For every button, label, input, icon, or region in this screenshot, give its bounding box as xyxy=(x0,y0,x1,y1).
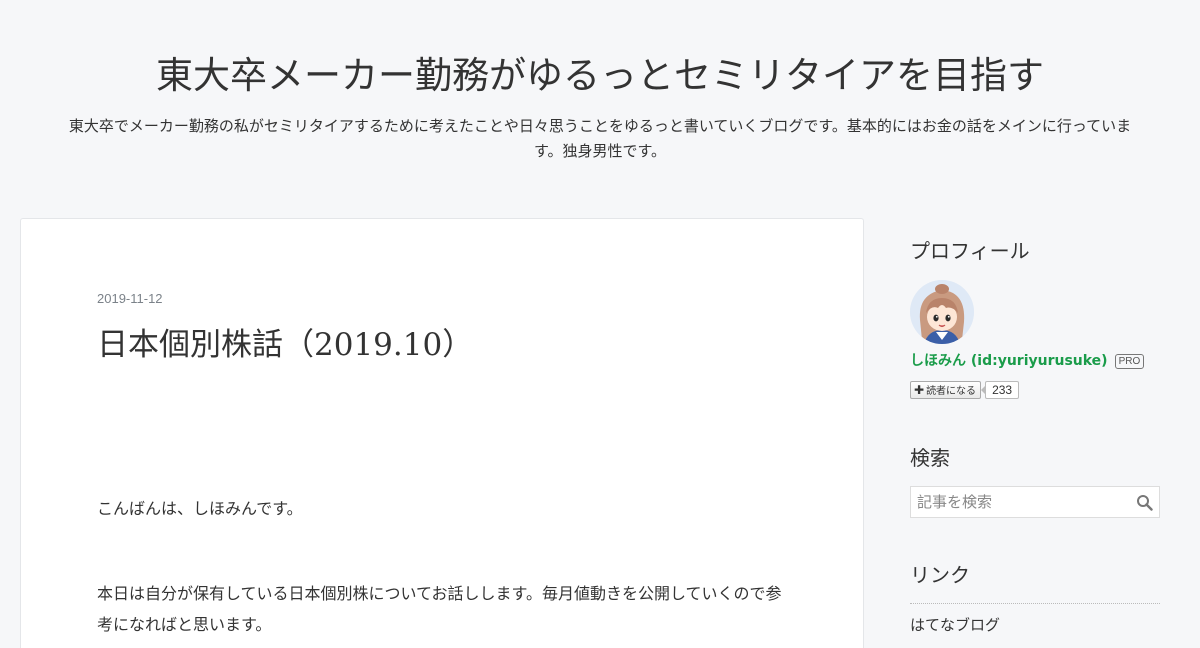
profile-name-link[interactable]: しほみん (id:yuriyurusuke) xyxy=(910,353,1108,369)
search-input[interactable] xyxy=(911,487,1131,517)
subscribe-row: ✚ 読者になる 233 xyxy=(910,381,1020,399)
pro-badge[interactable]: PRO xyxy=(1114,354,1145,369)
entry-paragraph: 本日は自分が保有している日本個別株についてお話しします。毎月値動きを公開していく… xyxy=(97,584,782,634)
search-title: 検索 xyxy=(910,446,950,470)
blog-title[interactable]: 東大卒メーカー勤務がゆるっとセミリタイアを目指す xyxy=(0,52,1200,100)
entry-paragraph: こんばんは、しほみんです。 xyxy=(97,499,303,518)
links-title: リンク xyxy=(910,563,970,587)
subscribe-button[interactable]: ✚ 読者になる xyxy=(910,381,982,399)
entry-date[interactable]: 2019-11-12 xyxy=(97,291,163,306)
sidebar: プロフィール しほみん (id:yuriyurusuke) PRO ✚ 読者にな… xyxy=(893,218,1180,648)
subscribe-label: 読者になる xyxy=(926,386,977,397)
blog-description: 東大卒でメーカー勤務の私がセミリタイアするために考えたことや日々思うことをゆるっ… xyxy=(68,117,1132,160)
search-box xyxy=(910,486,1160,518)
links-divider xyxy=(910,603,1160,604)
blog-header: 東大卒メーカー勤務がゆるっとセミリタイアを目指す 東大卒でメーカー勤務の私がセミ… xyxy=(0,0,1200,200)
entry-card: 2019-11-12 日本個別株話（2019.10） こんばんは、しほみんです。… xyxy=(20,218,864,648)
search-icon[interactable] xyxy=(1136,494,1153,511)
profile-title: プロフィール xyxy=(910,239,1030,263)
entry-title[interactable]: 日本個別株話（2019.10） xyxy=(97,323,797,367)
profile-name-row: しほみん (id:yuriyurusuke) PRO xyxy=(910,351,1145,371)
subscriber-count[interactable]: 233 xyxy=(981,381,1020,399)
plus-icon: ✚ xyxy=(914,383,925,397)
link-item-hatena-blog[interactable]: はてなブログ xyxy=(910,614,1000,635)
avatar-illustration xyxy=(910,280,974,344)
avatar[interactable] xyxy=(910,280,974,344)
